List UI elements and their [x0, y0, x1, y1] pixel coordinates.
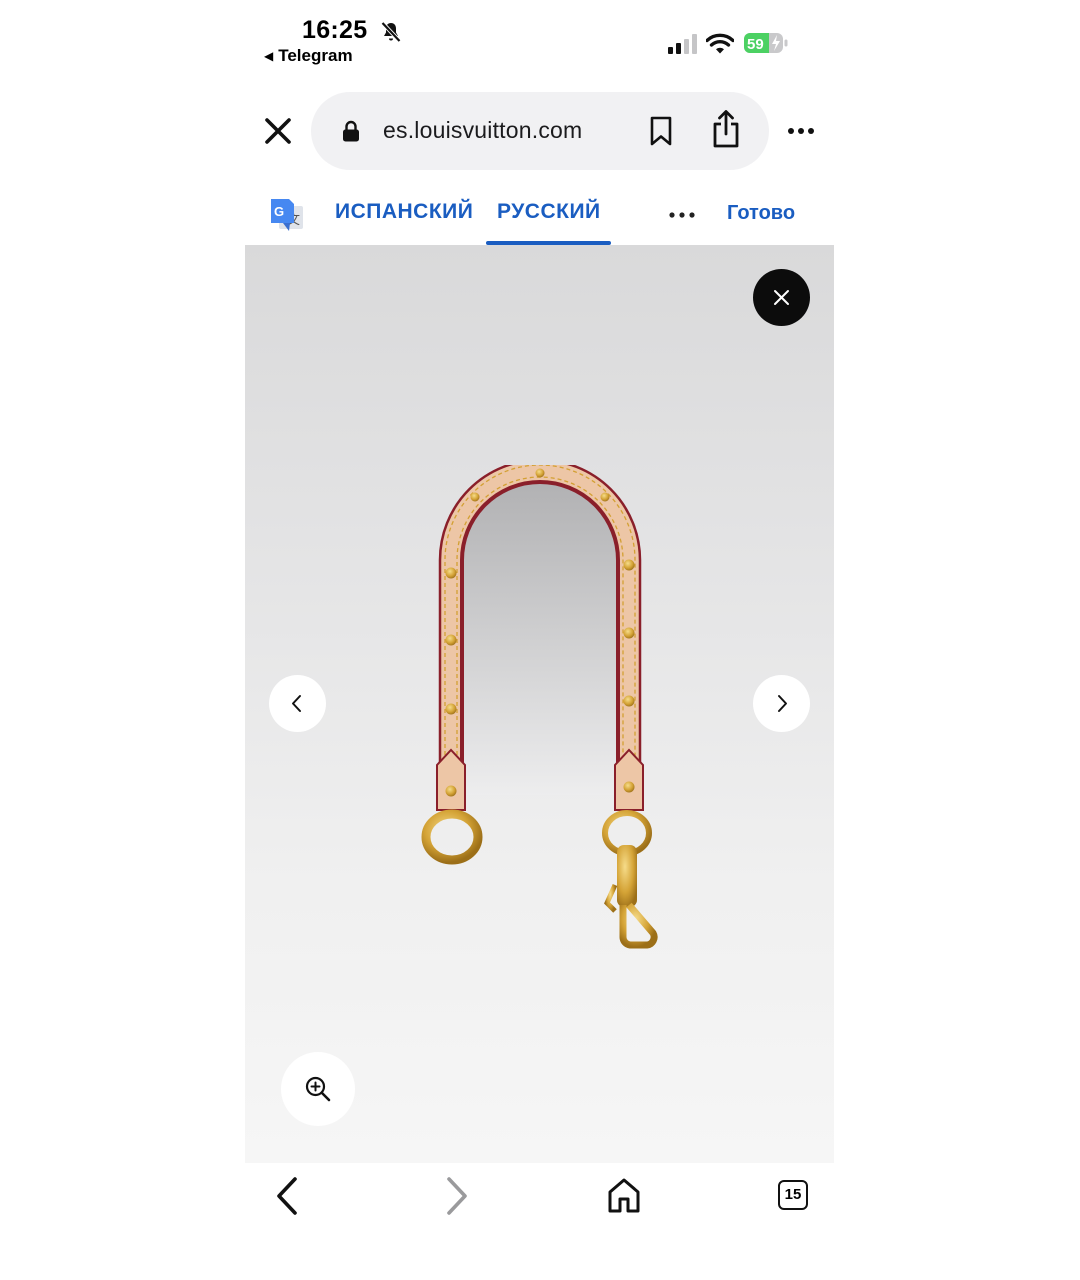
done-button[interactable]: Готово: [727, 202, 795, 225]
more-icon[interactable]: [787, 121, 815, 141]
google-translate-icon: 文 G: [271, 199, 303, 231]
bookmark-icon[interactable]: [649, 116, 673, 146]
close-icon: [774, 290, 789, 305]
close-icon[interactable]: [261, 114, 295, 148]
tab-source-language[interactable]: ИСПАНСКИЙ: [335, 200, 473, 224]
previous-image-button[interactable]: [269, 675, 326, 732]
back-to-app-link[interactable]: ◀ Telegram: [264, 46, 353, 66]
next-image-button[interactable]: [753, 675, 810, 732]
wifi-icon: [706, 33, 734, 54]
svg-text:G: G: [274, 204, 284, 219]
phone-screen: 16:25 ◀ Telegram 59 es.louisvuitton.com …: [245, 0, 834, 1280]
back-icon[interactable]: [273, 1175, 303, 1217]
address-bar[interactable]: es.louisvuitton.com: [311, 92, 769, 170]
zoom-button[interactable]: [281, 1052, 355, 1126]
url-text: es.louisvuitton.com: [383, 117, 583, 143]
home-icon[interactable]: [607, 1175, 641, 1215]
forward-icon[interactable]: [441, 1175, 471, 1217]
zoom-in-icon: [305, 1076, 331, 1102]
translate-more-icon[interactable]: [667, 206, 697, 224]
battery-percent: 59: [747, 36, 764, 53]
back-triangle-icon: ◀: [264, 49, 274, 63]
battery-charging-icon: 59: [744, 33, 788, 53]
chevron-left-icon: [292, 695, 301, 712]
close-viewer-button[interactable]: [753, 269, 810, 326]
lock-icon: [343, 120, 359, 142]
back-app-label: Telegram: [278, 46, 353, 65]
tabs-icon[interactable]: 15: [778, 1180, 808, 1210]
product-image-viewer[interactable]: [245, 245, 834, 1163]
strap-image: [421, 465, 658, 949]
share-icon[interactable]: [710, 109, 742, 149]
tab-target-language[interactable]: РУССКИЙ: [497, 200, 601, 224]
bell-slash-icon: [381, 21, 401, 43]
status-time: 16:25: [302, 16, 368, 44]
chevron-right-icon: [778, 695, 787, 712]
cellular-signal-icon: [668, 34, 697, 54]
